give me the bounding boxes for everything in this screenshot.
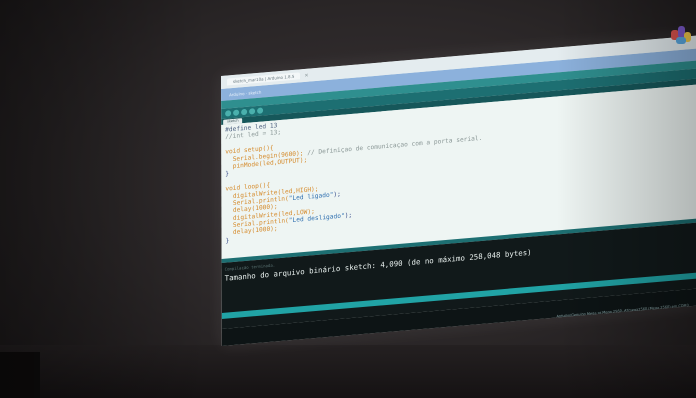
code-token: ); [333,190,341,199]
code-token: ); [344,211,353,220]
projected-arduino-window: sketch_mar10a | Arduino 1.8.5 × Arduino … [221,35,696,346]
open-icon[interactable] [249,108,256,115]
save-icon[interactable] [257,107,264,114]
light-flare [665,24,693,48]
code-token: } [225,170,230,179]
floor [0,345,696,398]
close-icon[interactable]: × [304,72,308,78]
floor-shadow [0,352,40,398]
blue-flare [676,37,686,44]
new-icon[interactable] [241,108,248,116]
status-text: Arduino/Genuino Mega or Mega 2560, ATmeg… [556,303,689,319]
code-token: } [225,237,230,245]
upload-icon[interactable] [233,109,240,116]
url-text: Arduino · sketch [229,89,262,97]
verify-icon[interactable] [225,110,232,117]
